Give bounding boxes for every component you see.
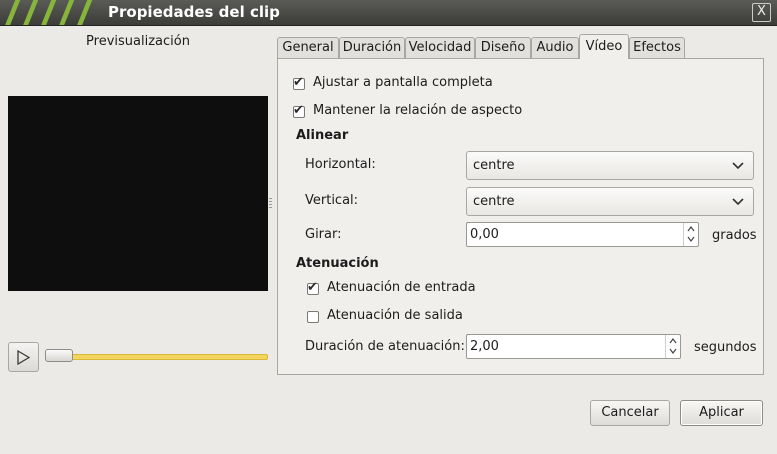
chevron-down-icon: [732, 162, 744, 170]
keep-aspect-label[interactable]: Mantener la relación de aspecto: [313, 103, 522, 118]
titlebar-decoration: [0, 0, 100, 25]
rotate-unit: grados: [712, 228, 757, 243]
video-tab-panel: ✔ Ajustar a pantalla completa ✔ Mantener…: [277, 58, 764, 375]
close-icon[interactable]: X: [752, 3, 771, 22]
preview-title: Previsualización: [86, 34, 190, 49]
chevron-down-icon: [732, 198, 744, 206]
checkmark-icon: ✔: [293, 75, 304, 90]
fade-in-checkbox[interactable]: ✔: [307, 280, 319, 295]
keep-aspect-checkbox[interactable]: ✔: [293, 103, 305, 118]
fade-out-label[interactable]: Atenuación de salida: [327, 308, 463, 323]
apply-button[interactable]: Aplicar: [680, 400, 763, 426]
vertical-combo[interactable]: centre: [466, 187, 754, 216]
window-titlebar: Propiedades del clip X: [0, 0, 777, 26]
preview-screen: [8, 96, 268, 291]
preview-slider-track[interactable]: [46, 354, 268, 360]
fade-duration-spinbox[interactable]: 2,00: [466, 334, 681, 359]
chevron-up-icon: [669, 338, 677, 344]
tab-video[interactable]: Vídeo: [579, 34, 629, 59]
fade-out-checkbox[interactable]: [307, 311, 319, 323]
chevron-down-icon: [687, 236, 695, 242]
fade-duration-unit: segundos: [694, 340, 757, 355]
fade-in-label[interactable]: Atenuación de entrada: [327, 280, 476, 295]
rotate-stepper[interactable]: [683, 223, 698, 246]
play-icon: [17, 350, 30, 365]
window-title: Propiedades del clip: [108, 3, 280, 21]
checkmark-icon: ✔: [307, 280, 318, 295]
fade-heading: Atenuación: [296, 256, 379, 271]
fit-screen-label[interactable]: Ajustar a pantalla completa: [313, 75, 493, 90]
tab-diseno[interactable]: Diseño: [475, 37, 531, 58]
horizontal-combo[interactable]: centre: [466, 151, 754, 180]
horizontal-value: centre: [473, 158, 515, 173]
dialog-body: Previsualización General Duración Veloci…: [0, 26, 777, 454]
fade-duration-value: 2,00: [470, 339, 499, 354]
horizontal-label: Horizontal:: [305, 157, 376, 172]
fade-duration-label: Duración de atenuación:: [305, 339, 465, 354]
fit-screen-checkbox[interactable]: ✔: [293, 75, 305, 90]
checkmark-icon: ✔: [293, 103, 304, 118]
tab-duracion[interactable]: Duración: [339, 37, 405, 58]
rotate-value: 0,00: [470, 227, 499, 242]
fade-duration-stepper[interactable]: [665, 335, 680, 358]
tab-efectos[interactable]: Efectos: [629, 37, 685, 58]
tab-general[interactable]: General: [277, 37, 339, 58]
tab-velocidad[interactable]: Velocidad: [405, 37, 475, 58]
play-button[interactable]: [8, 342, 39, 372]
chevron-up-icon: [687, 226, 695, 232]
tab-audio[interactable]: Audio: [531, 37, 579, 58]
preview-slider-handle[interactable]: [45, 349, 73, 362]
rotate-spinbox[interactable]: 0,00: [466, 222, 699, 247]
chevron-down-icon: [669, 348, 677, 354]
vertical-label: Vertical:: [305, 193, 359, 208]
rotate-label: Girar:: [305, 227, 342, 242]
cancel-button[interactable]: Cancelar: [590, 400, 670, 426]
vertical-value: centre: [473, 194, 515, 209]
align-heading: Alinear: [296, 128, 349, 143]
pane-resize-grip[interactable]: [269, 198, 272, 210]
